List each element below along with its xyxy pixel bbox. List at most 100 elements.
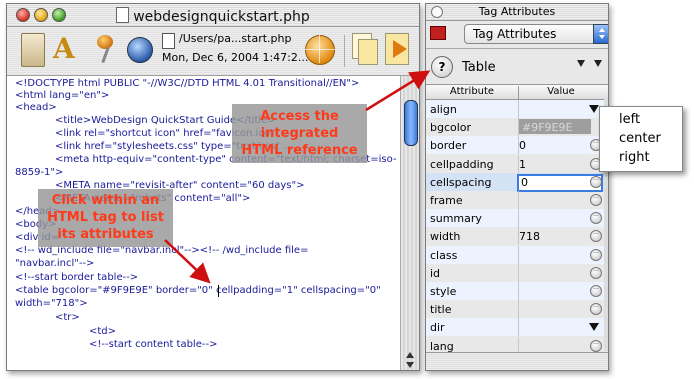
- ellipsis-button-icon[interactable]: ···: [590, 175, 602, 188]
- attribute-row-align[interactable]: align: [426, 100, 604, 118]
- scroll-up-arrow-icon[interactable]: [406, 352, 414, 358]
- globe-computer-icon[interactable]: [125, 33, 155, 65]
- palette-bottom-bar: [426, 352, 608, 370]
- document-stack-icon[interactable]: [21, 33, 45, 67]
- attribute-value-cell[interactable]: ···: [518, 191, 605, 209]
- attribute-name: width: [430, 230, 461, 244]
- attribute-value-cell[interactable]: 1 ···: [518, 154, 605, 173]
- attribute-name: class: [430, 248, 458, 262]
- help-button[interactable]: ?: [431, 56, 453, 78]
- attribute-value-cell[interactable]: ···: [518, 282, 605, 300]
- code-line[interactable]: width="718">: [15, 298, 88, 310]
- ellipsis-button-icon[interactable]: ···: [590, 285, 602, 297]
- attribute-value-cell[interactable]: 718 ···: [518, 227, 605, 246]
- ellipsis-button-icon[interactable]: ···: [590, 194, 602, 206]
- attribute-row-title[interactable]: title ···: [426, 300, 605, 319]
- attribute-value-cell[interactable]: ···: [518, 209, 605, 228]
- attribute-column-header[interactable]: Attribute: [426, 86, 519, 99]
- attribute-value: 1: [519, 157, 526, 171]
- editor-scrollbar[interactable]: [400, 76, 419, 370]
- attribute-value-cell[interactable]: #9F9E9E: [518, 118, 605, 137]
- attribute-row-dir[interactable]: dir: [426, 318, 605, 337]
- font-icon[interactable]: A: [53, 33, 83, 65]
- attribute-row-cellpadding[interactable]: cellpadding 1 ···: [426, 154, 605, 173]
- attribute-row-frame[interactable]: frame ···: [426, 191, 604, 209]
- files-icon[interactable]: [352, 33, 382, 65]
- code-line[interactable]: <!--start border table-->: [15, 272, 138, 284]
- menu-item-left[interactable]: left: [619, 112, 640, 127]
- attribute-row-class[interactable]: class ···: [426, 245, 605, 264]
- callout-access-reference: Access the integrated HTML reference: [232, 104, 367, 163]
- text-caret: [218, 285, 219, 297]
- attribute-row-cellspacing[interactable]: cellspacing 0 ···: [426, 172, 605, 192]
- dropdown-arrow-icon[interactable]: [589, 105, 599, 113]
- ellipsis-button-icon[interactable]: ···: [590, 303, 602, 316]
- dropdown-arrow-icon[interactable]: [589, 323, 599, 332]
- scroll-down-arrow-icon[interactable]: [406, 362, 414, 368]
- editor-titlebar[interactable]: webdesignquickstart.php: [7, 4, 419, 27]
- callout-click-tag: Click within an HTML tag to list its att…: [38, 189, 173, 247]
- select-arrows-icon[interactable]: [593, 24, 608, 44]
- ellipsis-button-icon[interactable]: ···: [590, 266, 602, 279]
- preview-play-icon[interactable]: [385, 33, 411, 65]
- attribute-value: 718: [519, 230, 540, 244]
- palette-title: Tag Attributes: [478, 5, 556, 18]
- attribute-row-style[interactable]: style ···: [426, 282, 604, 300]
- triangle-down-icon[interactable]: [594, 60, 602, 67]
- ellipsis-button-icon[interactable]: ···: [590, 248, 602, 261]
- mode-select[interactable]: Tag Attributes: [464, 24, 608, 44]
- callout-line: Access the: [260, 109, 339, 124]
- attribute-row-border[interactable]: border 0 ···: [426, 136, 605, 155]
- callout-line: integrated: [260, 126, 339, 141]
- code-line[interactable]: "navbar.incl"-->: [15, 258, 94, 270]
- attribute-value-cell[interactable]: ···: [518, 300, 605, 319]
- code-line[interactable]: <html lang="en">: [15, 90, 109, 102]
- attribute-row-summary[interactable]: summary ···: [426, 209, 605, 228]
- menu-item-right[interactable]: right: [619, 150, 650, 165]
- ellipsis-button-icon[interactable]: ···: [590, 230, 602, 243]
- ellipsis-button-icon[interactable]: ···: [590, 339, 602, 352]
- color-swatch[interactable]: #9F9E9E: [519, 119, 591, 135]
- code-line[interactable]: <td>: [89, 326, 116, 338]
- callout-line: Click within an: [51, 193, 160, 208]
- palette-titlebar[interactable]: Tag Attributes: [426, 4, 608, 21]
- web-reference-icon[interactable]: [305, 33, 335, 65]
- code-line[interactable]: <!--start content table-->: [89, 339, 217, 351]
- scroll-thumb[interactable]: [404, 100, 418, 146]
- window-title: webdesignquickstart.php: [7, 7, 419, 25]
- attribute-name: style: [430, 285, 457, 298]
- attribute-name: lang: [430, 339, 454, 353]
- attribute-name: frame: [430, 194, 463, 207]
- triangle-down-icon[interactable]: [577, 60, 585, 67]
- attribute-name: title: [430, 303, 452, 317]
- ellipsis-button-icon[interactable]: ···: [590, 212, 602, 225]
- pushpin-icon[interactable]: [91, 33, 121, 65]
- attribute-value-cell[interactable]: ···: [518, 263, 605, 282]
- code-line[interactable]: <!DOCTYPE html PUBLIC "-//W3C//DTD HTML …: [15, 78, 359, 90]
- window-title-text: webdesignquickstart.php: [133, 9, 310, 25]
- attribute-name: id: [430, 266, 441, 280]
- attribute-row-bgcolor[interactable]: bgcolor #9F9E9E: [426, 118, 605, 137]
- attribute-name: border: [430, 139, 467, 153]
- attribute-name: dir: [430, 321, 445, 335]
- attribute-table-header: Attribute Value: [426, 84, 608, 100]
- code-line[interactable]: 8859-1">: [15, 167, 63, 179]
- file-path-icon: [162, 33, 175, 49]
- attribute-value: #9F9E9E: [522, 121, 573, 135]
- toolbar-divider: [344, 35, 345, 67]
- value-column-header[interactable]: Value: [518, 86, 604, 97]
- attribute-value-cell[interactable]: [518, 100, 605, 118]
- palette-divider: [426, 48, 608, 49]
- attribute-value-cell[interactable]: 0 ···: [518, 136, 605, 155]
- attribute-value-cell[interactable]: [518, 318, 605, 337]
- callout-line: its attributes: [57, 227, 154, 242]
- attribute-row-id[interactable]: id ···: [426, 263, 605, 282]
- code-line[interactable]: <tr>: [55, 312, 80, 324]
- attribute-value-cell[interactable]: ···: [518, 245, 605, 264]
- attribute-value: 0: [521, 175, 528, 189]
- attribute-value-cell[interactable]: 0 ···: [517, 172, 605, 192]
- menu-item-center[interactable]: center: [619, 131, 661, 146]
- code-line[interactable]: <table bgcolor="#9F9E9E" border="0" cell…: [15, 285, 381, 297]
- code-line[interactable]: <head>: [15, 102, 57, 114]
- attribute-row-width[interactable]: width 718 ···: [426, 227, 605, 246]
